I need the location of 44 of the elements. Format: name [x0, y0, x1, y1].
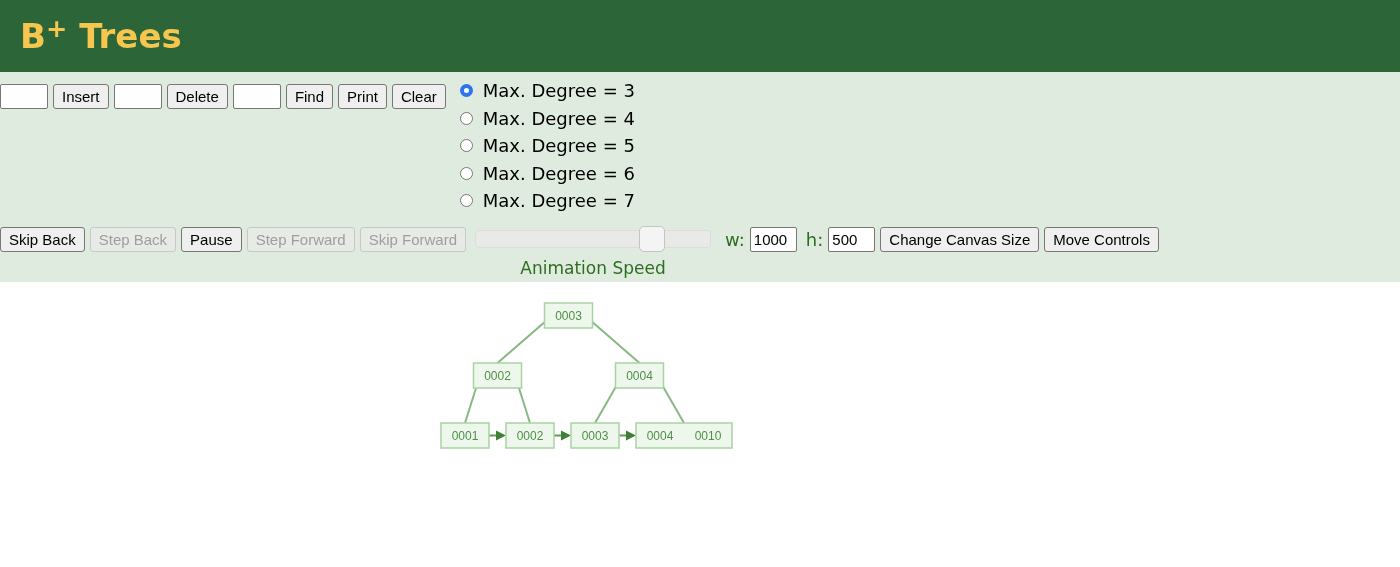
radio-label: Max. Degree = 3 — [482, 80, 635, 102]
radio-button[interactable] — [459, 111, 473, 125]
height-label: h: — [805, 227, 824, 252]
node-key: 0002 — [484, 369, 511, 383]
action-button[interactable]: Insert — [53, 84, 109, 109]
radio-button[interactable] — [459, 139, 473, 153]
width-input-field[interactable]: 1000 — [749, 226, 797, 252]
canvas-button[interactable]: Change Canvas Size — [880, 226, 1040, 252]
node-key: 0001 — [451, 429, 479, 443]
node-key: 0003 — [581, 429, 609, 443]
radio-label: Max. Degree = 5 — [482, 135, 635, 157]
radio-label: Max. Degree = 7 — [482, 190, 635, 212]
value-input-field[interactable] — [0, 84, 48, 109]
node-key: 0010 — [694, 429, 722, 443]
radio-button[interactable] — [459, 194, 473, 208]
height-input-field[interactable]: 500 — [828, 226, 876, 252]
node-key: 0004 — [626, 369, 653, 383]
tree-node — [614, 362, 665, 389]
tree-node — [472, 362, 523, 389]
slider-label: Animation Speed — [520, 257, 666, 278]
value-input-field[interactable] — [113, 84, 162, 109]
radio-button[interactable] — [459, 84, 473, 98]
slider-thumb[interactable] — [639, 225, 666, 252]
canvas-button[interactable]: Move Controls — [1044, 226, 1159, 252]
action-button[interactable]: Find — [285, 84, 334, 109]
radio-button[interactable] — [459, 166, 473, 180]
value-input-field[interactable] — [232, 84, 281, 109]
tree-node — [505, 422, 555, 449]
animation-button[interactable]: Pause — [181, 226, 242, 252]
tree-node — [543, 302, 594, 329]
node-key: 0003 — [555, 309, 582, 323]
animation-button[interactable]: Skip Back — [0, 226, 85, 252]
speed-slider-track[interactable] — [475, 225, 712, 252]
radio-label: Max. Degree = 4 — [482, 107, 635, 129]
action-button[interactable]: Delete — [166, 84, 228, 109]
tree-node — [440, 422, 490, 449]
width-label: w: — [725, 227, 745, 252]
action-button[interactable]: Print — [338, 84, 387, 109]
node-key: 0004 — [646, 429, 674, 443]
action-button[interactable]: Clear — [391, 84, 446, 109]
node-key: 0002 — [516, 429, 544, 443]
tree-node — [570, 422, 620, 449]
page-title: B$^{+}$ Trees — [20, 16, 182, 56]
radio-label: Max. Degree = 6 — [482, 162, 635, 184]
